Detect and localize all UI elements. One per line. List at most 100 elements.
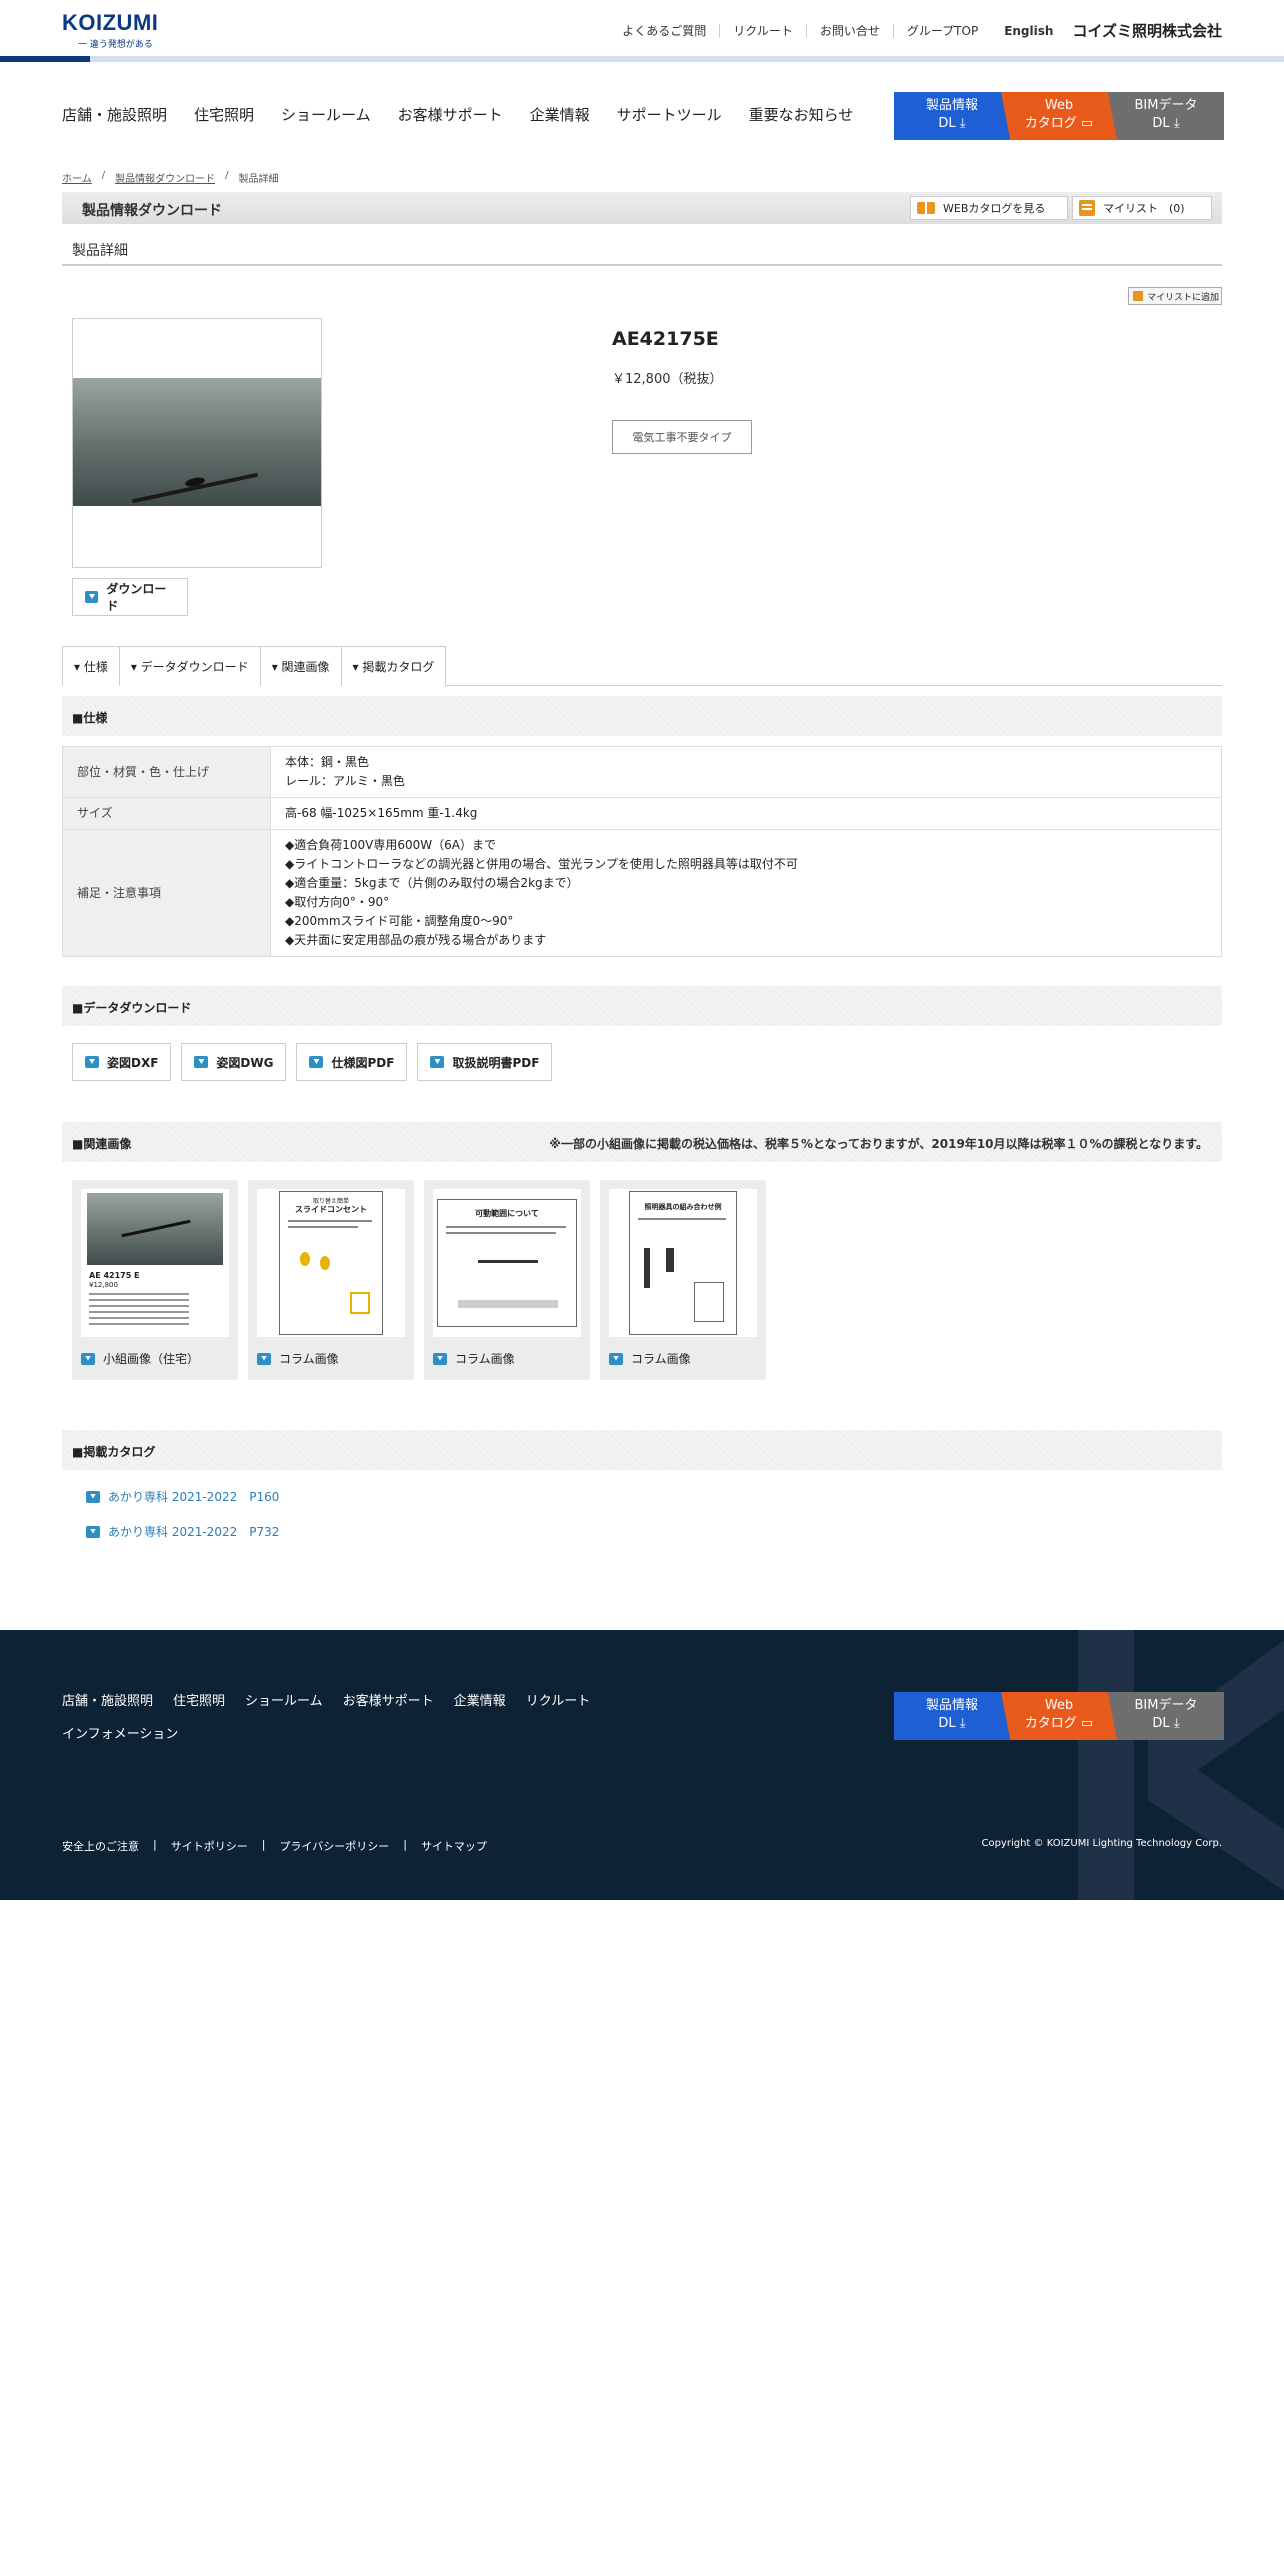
product-info-dl-button[interactable]: 製品情報 DL ⤓	[894, 92, 1010, 140]
gnav-store-lighting[interactable]: 店舗・施設照明	[62, 104, 167, 125]
catalog-link[interactable]: あかり専科 2021-2022 P160	[86, 1488, 279, 1505]
footer-k-logo-watermark	[1078, 1630, 1284, 1900]
product-info-dl-button[interactable]: 製品情報 DL ⤓	[894, 1692, 1010, 1740]
download-dxf-button[interactable]: 姿図DXF	[72, 1043, 172, 1081]
footer-nav-recruit[interactable]: リクルート	[526, 1690, 591, 1709]
download-icon	[85, 591, 99, 603]
related-image-card[interactable]: 可動範囲について コラム画像	[424, 1180, 590, 1380]
utility-nav: よくあるご質問 リクルート お問い合せ グループTOP English コイズミ…	[609, 20, 1222, 41]
breadcrumb-home[interactable]: ホーム	[62, 170, 92, 185]
section-title: 製品情報ダウンロード	[82, 203, 222, 219]
table-row: サイズ 高-68 幅-1025×165mm 重-1.4kg	[62, 797, 1222, 830]
tab-related-images[interactable]: ▾ 関連画像	[259, 646, 342, 686]
thumbnail-image: AE 42175 E ¥12,800	[81, 1189, 229, 1337]
related-image-card[interactable]: AE 42175 E ¥12,800 小組画像（住宅）	[72, 1180, 238, 1380]
footer-site-policy-link[interactable]: サイトポリシー	[171, 1838, 248, 1854]
product-info-dl-label: 製品情報 DL	[925, 1698, 978, 1731]
related-image-card[interactable]: 照明器具の組み合わせ例 コラム画像	[600, 1180, 766, 1380]
related-image-caption: コラム画像	[257, 1350, 339, 1367]
footer-nav-showroom[interactable]: ショールーム	[245, 1690, 323, 1709]
thumb-title-text: スライドコンセント	[295, 1205, 367, 1214]
footer-nav-support[interactable]: お客様サポート	[343, 1690, 434, 1709]
download-manual-pdf-button[interactable]: 取扱説明書PDF	[417, 1043, 553, 1081]
catalog-link[interactable]: あかり専科 2021-2022 P732	[86, 1523, 279, 1540]
footer-links: 安全上のご注意 | サイトポリシー | プライバシーポリシー | サイトマップ	[62, 1838, 487, 1854]
tab-catalog[interactable]: ▾ 掲載カタログ	[340, 646, 447, 686]
download-icon	[85, 1056, 99, 1068]
related-image-card[interactable]: 取り替え簡単 スライドコンセント コラム画像	[248, 1180, 414, 1380]
footer-sitemap-link[interactable]: サイトマップ	[421, 1838, 487, 1854]
download-icon	[194, 1056, 209, 1068]
web-catalog-label: Web カタログ	[1024, 98, 1077, 131]
breadcrumb-product-dl[interactable]: 製品情報ダウンロード	[115, 170, 215, 185]
spec-value: 本体：鋼・黒色 レール：アルミ・黒色	[270, 746, 1222, 798]
tab-data-download[interactable]: ▾ データダウンロード	[118, 646, 261, 686]
breadcrumb-current: 製品詳細	[238, 174, 279, 185]
logo-tagline: 一 違う発想がある	[78, 40, 153, 50]
web-catalog-button[interactable]: Web カタログ ▭	[1001, 92, 1117, 140]
bim-data-dl-button[interactable]: BIMデータ DL ⤓	[1108, 1692, 1224, 1740]
thumb-price-text: ¥12,800	[89, 1281, 118, 1289]
thumb-code-text: AE 42175 E	[89, 1271, 140, 1280]
footer-safety-link[interactable]: 安全上のご注意	[62, 1838, 139, 1854]
table-row: 部位・材質・色・仕上げ 本体：鋼・黒色 レール：アルミ・黒色	[62, 746, 1222, 798]
gnav-home-lighting[interactable]: 住宅照明	[194, 104, 254, 125]
download-icon	[86, 1490, 100, 1503]
footer-nav-information[interactable]: インフォメーション	[62, 1723, 178, 1742]
web-catalog-view-button[interactable]: WEBカタログを見る	[910, 196, 1068, 220]
utility-faq-link[interactable]: よくあるご質問	[609, 24, 719, 38]
spec-section-header: ■仕様	[62, 696, 1222, 736]
related-image-label: コラム画像	[455, 1352, 515, 1366]
related-image-caption: コラム画像	[609, 1350, 691, 1367]
add-to-mylist-label: マイリストに追加	[1147, 292, 1220, 303]
page-subtitle: 製品詳細	[72, 243, 128, 259]
spec-value: ◆適合負荷100V専用600W（6A）まで ◆ライトコントローラなどの調光器と併…	[270, 829, 1222, 957]
footer-privacy-link[interactable]: プライバシーポリシー	[279, 1838, 389, 1854]
data-download-section-title: ■データダウンロード	[72, 1001, 192, 1015]
product-image[interactable]	[72, 318, 322, 568]
english-link[interactable]: English	[991, 24, 1066, 38]
add-to-mylist-button[interactable]: マイリストに追加	[1128, 287, 1222, 305]
footer-nav-company[interactable]: 企業情報	[454, 1690, 506, 1709]
list-icon	[1079, 200, 1095, 216]
product-info-dl-label: 製品情報 DL	[925, 98, 978, 131]
download-icon	[309, 1056, 324, 1068]
download-icon	[609, 1352, 623, 1365]
bim-data-dl-button[interactable]: BIMデータ DL ⤓	[1108, 92, 1224, 140]
gnav-support[interactable]: お客様サポート	[398, 104, 503, 125]
related-image-caption: 小組画像（住宅）	[81, 1350, 199, 1367]
download-spec-pdf-label: 仕様図PDF	[331, 1055, 395, 1070]
download-dwg-button[interactable]: 姿図DWG	[181, 1043, 287, 1081]
tab-spec[interactable]: ▾ 仕様	[62, 646, 120, 686]
related-images-section-header: ■関連画像 ※一部の小組画像に掲載の税込価格は、税率５%となっておりますが、20…	[62, 1122, 1222, 1162]
utility-group-link[interactable]: グループTOP	[892, 23, 991, 38]
product-price: ￥12,800（税抜）	[612, 372, 723, 387]
tax-note: ※一部の小組画像に掲載の税込価格は、税率５%となっておりますが、2019年10月…	[549, 1137, 1208, 1151]
related-image-label: 小組画像（住宅）	[103, 1352, 200, 1366]
mylist-label: マイリスト (0)	[1103, 202, 1185, 215]
list-add-icon	[1133, 291, 1143, 301]
corp-name-link[interactable]: コイズミ照明株式会社	[1072, 20, 1222, 41]
spec-label: 部位・材質・色・仕上げ	[62, 746, 271, 798]
download-arrow-icon: ⤓	[1169, 1716, 1180, 1731]
breadcrumb: ホーム / 製品情報ダウンロード / 製品詳細	[62, 170, 279, 185]
gnav-notices[interactable]: 重要なお知らせ	[749, 104, 854, 125]
catalog-list: あかり専科 2021-2022 P160 あかり専科 2021-2022 P73…	[86, 1488, 279, 1558]
gnav-support-tools[interactable]: サポートツール	[617, 104, 722, 125]
gnav-company[interactable]: 企業情報	[530, 104, 590, 125]
footer-nav-store[interactable]: 店舗・施設照明	[62, 1690, 153, 1709]
gnav-showroom[interactable]: ショールーム	[281, 104, 371, 125]
utility-contact-link[interactable]: お問い合せ	[805, 23, 893, 38]
book-open-icon: ▭	[1076, 1716, 1094, 1731]
spec-table: 部位・材質・色・仕上げ 本体：鋼・黒色 レール：アルミ・黒色 サイズ 高-68 …	[62, 746, 1222, 957]
mylist-button[interactable]: マイリスト (0)	[1072, 196, 1212, 220]
product-download-button[interactable]: ダウンロード	[72, 578, 188, 616]
utility-recruit-link[interactable]: リクルート	[719, 23, 806, 38]
web-catalog-button[interactable]: Web カタログ ▭	[1001, 1692, 1117, 1740]
footer-nav-home[interactable]: 住宅照明	[173, 1690, 225, 1709]
spec-section-title: ■仕様	[72, 711, 108, 725]
download-spec-pdf-button[interactable]: 仕様図PDF	[296, 1043, 408, 1081]
header-download-buttons: 製品情報 DL ⤓ Web カタログ ▭ BIMデータ DL ⤓	[894, 92, 1224, 140]
koizumi-logo[interactable]: KOIZUMI 一 違う発想がある	[62, 10, 158, 50]
spec-label: サイズ	[62, 797, 271, 830]
